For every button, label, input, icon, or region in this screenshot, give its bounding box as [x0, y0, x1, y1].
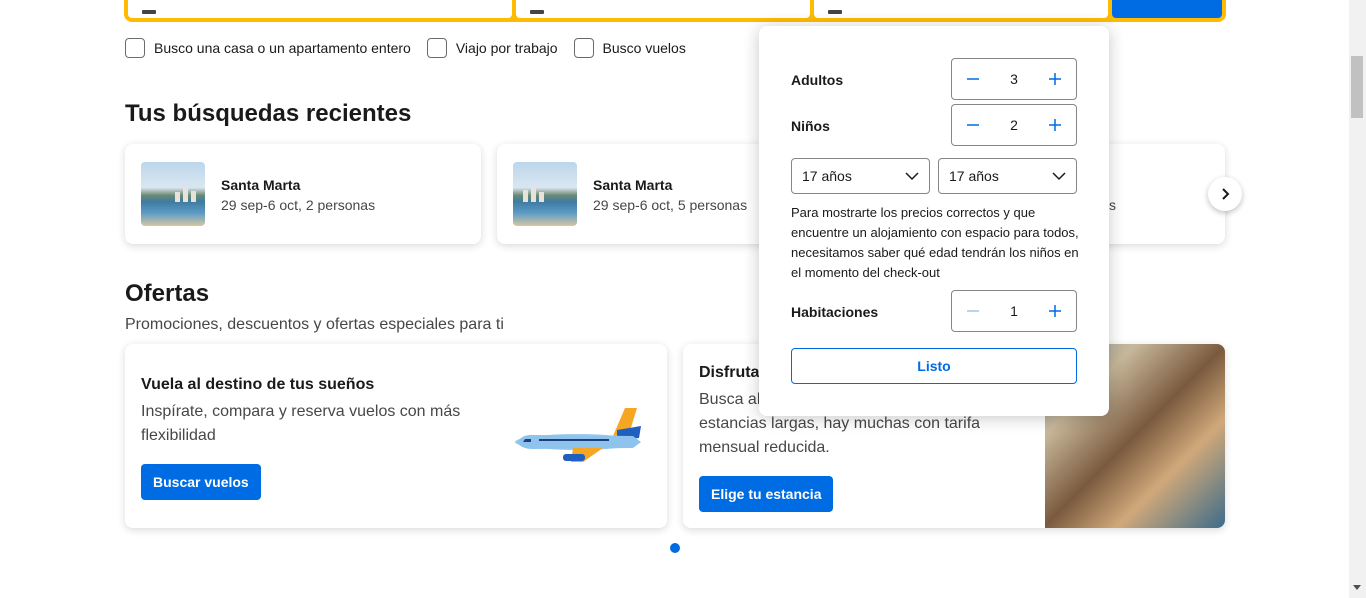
plus-icon	[1048, 305, 1061, 317]
checkbox-box[interactable]	[125, 38, 145, 58]
destination-thumbnail	[141, 162, 205, 226]
done-button[interactable]: Listo	[791, 348, 1077, 384]
dates-field[interactable]	[516, 0, 810, 18]
rooms-label: Habitaciones	[791, 304, 879, 320]
recent-search-card[interactable]: Santa Marta 29 sep-6 oct, 2 personas	[125, 144, 481, 244]
recent-searches-title: Tus búsquedas recientes	[125, 100, 412, 127]
chevron-right-icon	[1222, 188, 1230, 200]
search-button[interactable]	[1112, 0, 1222, 18]
destination-field[interactable]	[128, 0, 512, 18]
scroll-down-arrow-icon[interactable]	[1353, 585, 1361, 590]
adults-increase-button[interactable]	[1042, 66, 1068, 92]
page-scrollbar[interactable]	[1349, 0, 1366, 598]
adults-label: Adultos	[791, 72, 844, 88]
adults-decrease-button[interactable]	[960, 66, 986, 92]
offer-card-flights: Vuela al destino de tus sueños Inspírate…	[125, 344, 667, 528]
rooms-decrease-button[interactable]	[960, 298, 986, 324]
offer-title: Vuela al destino de tus sueños	[141, 376, 375, 393]
carousel-next-button[interactable]	[1208, 177, 1242, 211]
checkbox-label: Viajo por trabajo	[455, 40, 558, 56]
person-icon	[828, 10, 842, 14]
rooms-value: 1	[1010, 303, 1018, 319]
checkbox-label: Busco una casa o un apartamento entero	[154, 40, 411, 56]
offer-title: Disfruta	[699, 364, 760, 381]
child-age-select-1[interactable]: 17 años	[791, 158, 930, 194]
recent-details: 29 sep-6 oct, 5 personas	[593, 197, 748, 213]
adults-stepper: 3	[951, 58, 1077, 100]
recent-details: 29 sep-6 oct, 2 personas	[221, 197, 376, 213]
search-flights-button[interactable]: Buscar vuelos	[141, 464, 261, 500]
destination-thumbnail	[513, 162, 577, 226]
minus-icon	[967, 310, 979, 312]
search-bar	[124, 0, 1226, 22]
offers-title: Ofertas	[125, 280, 210, 307]
bed-icon	[142, 10, 156, 14]
scrollbar-thumb[interactable]	[1351, 56, 1363, 118]
child-age-value: 17 años	[802, 168, 852, 184]
children-stepper: 2	[951, 104, 1077, 146]
minus-icon	[967, 78, 979, 80]
choose-stay-button[interactable]: Elige tu estancia	[699, 476, 834, 512]
children-decrease-button[interactable]	[960, 112, 986, 138]
chevron-down-icon	[905, 172, 919, 181]
rooms-increase-button[interactable]	[1042, 298, 1068, 324]
checkbox-box[interactable]	[573, 38, 594, 58]
chevron-down-icon	[1052, 172, 1066, 181]
checkbox-business-trip[interactable]: Viajo por trabajo	[426, 38, 558, 58]
search-options: Busco una casa o un apartamento entero V…	[125, 38, 686, 58]
occupancy-field[interactable]	[814, 0, 1108, 18]
occupancy-popup: Adultos 3 Niños 2 17 años 17 años Para m…	[759, 26, 1109, 416]
calendar-icon	[530, 10, 544, 14]
checkbox-label: Busco vuelos	[602, 40, 686, 56]
plus-icon	[1048, 73, 1061, 85]
offer-text: Inspírate, compara y reserva vuelos con …	[141, 403, 461, 444]
children-increase-button[interactable]	[1042, 112, 1068, 138]
checkbox-box[interactable]	[426, 38, 447, 58]
recent-destination: Santa Marta	[593, 177, 673, 193]
recent-destination: Santa Marta	[221, 177, 301, 193]
child-age-select-2[interactable]: 17 años	[938, 158, 1077, 194]
minus-icon	[967, 124, 979, 126]
adults-value: 3	[1010, 71, 1018, 87]
children-value: 2	[1010, 117, 1018, 133]
child-age-info-text: Para mostrarte los precios correctos y q…	[791, 205, 1079, 280]
plus-icon	[1048, 119, 1061, 131]
recent-details: s	[1109, 197, 1116, 213]
rooms-stepper: 1	[951, 290, 1077, 332]
carousel-dot[interactable]	[670, 543, 680, 553]
child-age-value: 17 años	[949, 168, 999, 184]
offers-subtitle: Promociones, descuentos y ofertas especi…	[125, 316, 504, 333]
children-label: Niños	[791, 118, 830, 134]
airplane-icon	[515, 408, 641, 462]
checkbox-flights[interactable]: Busco vuelos	[573, 38, 686, 58]
checkbox-entire-home[interactable]: Busco una casa o un apartamento entero	[125, 38, 411, 58]
